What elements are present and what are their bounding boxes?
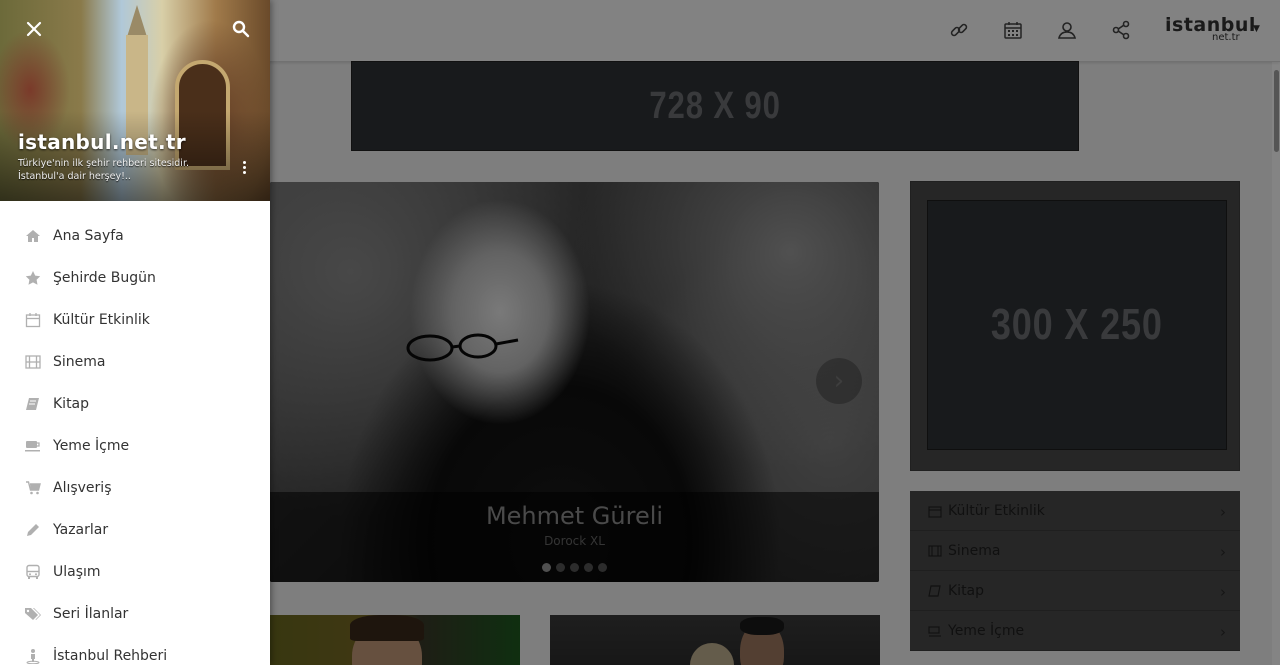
- star-icon: [24, 270, 41, 287]
- drawer-item-label: Ulaşım: [53, 564, 101, 580]
- drawer-item-label: Yeme İçme: [53, 438, 130, 454]
- search-icon[interactable]: [228, 16, 254, 42]
- drawer-item-label: Sinema: [53, 354, 106, 370]
- person-pin-icon: [24, 648, 41, 665]
- scrollbar-thumb[interactable]: [1274, 70, 1279, 152]
- drawer-subtitle: Türkiye'nin ilk şehir rehberi sitesidir.…: [18, 158, 189, 182]
- film-icon: [24, 354, 41, 371]
- drawer-item-label: Kitap: [53, 396, 90, 412]
- tags-icon: [24, 606, 41, 623]
- header-image: [127, 5, 147, 37]
- bus-icon: [24, 564, 41, 581]
- drawer-menu: Ana Sayfa Şehirde Bugün Kültür Etkinlik …: [0, 215, 270, 665]
- navigation-drawer: istanbul.net.tr Türkiye'nin ilk şehir re…: [0, 0, 270, 665]
- drawer-item-kultur-etkinlik[interactable]: Kültür Etkinlik: [0, 299, 270, 341]
- drawer-item-sinema[interactable]: Sinema: [0, 341, 270, 383]
- drawer-item-yeme-icme[interactable]: Yeme İçme: [0, 425, 270, 467]
- drawer-item-label: Kültür Etkinlik: [53, 312, 150, 328]
- drawer-title: istanbul.net.tr: [18, 130, 186, 154]
- drawer-item-yazarlar[interactable]: Yazarlar: [0, 509, 270, 551]
- calendar-icon: [24, 312, 41, 329]
- drawer-item-ana-sayfa[interactable]: Ana Sayfa: [0, 215, 270, 257]
- cup-icon: [24, 438, 41, 455]
- drawer-header: istanbul.net.tr Türkiye'nin ilk şehir re…: [0, 0, 270, 201]
- book-icon: [24, 396, 41, 413]
- pencil-icon: [24, 522, 41, 539]
- drawer-item-istanbul-rehberi[interactable]: İstanbul Rehberi: [0, 635, 270, 665]
- home-icon: [24, 228, 41, 245]
- drawer-item-ulasim[interactable]: Ulaşım: [0, 551, 270, 593]
- drawer-item-alisveris[interactable]: Alışveriş: [0, 467, 270, 509]
- drawer-item-sehirde-bugun[interactable]: Şehirde Bugün: [0, 257, 270, 299]
- close-icon[interactable]: [21, 16, 47, 42]
- header-image-shade: [0, 111, 270, 201]
- more-vertical-icon[interactable]: [236, 157, 252, 177]
- drawer-item-label: Alışveriş: [53, 480, 112, 496]
- drawer-item-label: Şehirde Bugün: [53, 270, 156, 286]
- drawer-item-kitap[interactable]: Kitap: [0, 383, 270, 425]
- drawer-item-label: İstanbul Rehberi: [53, 648, 168, 664]
- drawer-item-label: Seri İlanlar: [53, 606, 129, 622]
- drawer-item-seri-ilanlar[interactable]: Seri İlanlar: [0, 593, 270, 635]
- cart-icon: [24, 480, 41, 497]
- drawer-item-label: Yazarlar: [53, 522, 109, 538]
- page-scrollbar[interactable]: [1272, 62, 1280, 665]
- drawer-item-label: Ana Sayfa: [53, 228, 124, 244]
